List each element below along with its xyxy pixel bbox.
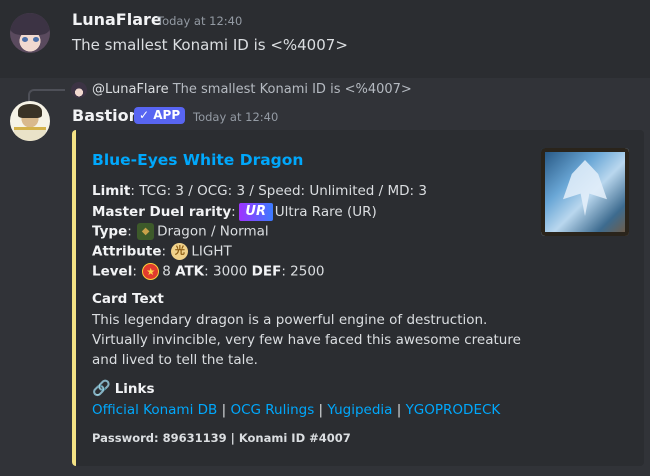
luna-avatar[interactable] <box>10 13 50 53</box>
message-luna: LunaFlare Today at 12:40 The smallest Ko… <box>0 0 650 78</box>
luna-message-content: The smallest Konami ID is <%4007> <box>72 36 348 54</box>
reply-avatar[interactable] <box>71 82 87 98</box>
luna-username[interactable]: LunaFlare <box>72 10 162 29</box>
def-label: DEF <box>251 263 282 280</box>
dragon-type-icon: ◆ <box>137 223 155 240</box>
attribute-value: LIGHT <box>191 243 232 260</box>
limit-label: Limit <box>92 183 131 199</box>
card-thumbnail[interactable] <box>541 148 629 236</box>
rarity-label: Master Duel rarity <box>92 204 232 220</box>
bastion-avatar[interactable] <box>10 101 50 141</box>
links-heading: 🔗 Links <box>92 379 155 397</box>
bastion-timestamp: Today at 12:40 <box>193 110 279 124</box>
level-field: Level: ★ 8 ATK: 3000 DEF: 2500 <box>92 263 325 280</box>
level-label: Level <box>92 263 133 280</box>
type-value: Dragon / Normal <box>157 223 269 240</box>
link-ygoprodeck[interactable]: YGOPRODECK <box>406 402 501 418</box>
rarity-value: Ultra Rare (UR) <box>274 204 377 220</box>
type-field: Type: ◆ Dragon / Normal <box>92 223 269 240</box>
app-badge: ✓ APP <box>134 107 186 124</box>
luna-timestamp: Today at 12:40 <box>157 14 243 28</box>
links-row: Official Konami DB | OCG Rulings | Yugip… <box>92 402 500 418</box>
level-star-icon: ★ <box>142 263 160 280</box>
card-text-title: Card Text <box>92 291 164 307</box>
link-separator: | <box>314 402 328 418</box>
link-icon: 🔗 <box>92 379 111 397</box>
link-separator: | <box>217 402 231 418</box>
links-title: Links <box>114 381 155 397</box>
rarity-field: Master Duel rarity: UR Ultra Rare (UR) <box>92 203 377 221</box>
def-value: 2500 <box>290 263 325 280</box>
card-embed: Blue-Eyes White Dragon Limit: TCG: 3 / O… <box>72 130 644 466</box>
embed-footer: Password: 89631139 | Konami ID #4007 <box>92 431 351 445</box>
bastion-username[interactable]: Bastion <box>72 106 140 125</box>
reply-connector <box>28 89 65 102</box>
level-value: 8 <box>162 263 171 280</box>
attribute-label: Attribute <box>92 243 162 260</box>
link-ocg-rulings[interactable]: OCG Rulings <box>230 402 314 418</box>
atk-label: ATK <box>175 263 205 280</box>
attribute-field: Attribute: 光 LIGHT <box>92 243 232 260</box>
ur-rarity-icon: UR <box>238 203 273 221</box>
limit-field: Limit: TCG: 3 / OCG: 3 / Speed: Unlimite… <box>92 183 427 199</box>
reply-mention[interactable]: @LunaFlare <box>92 82 169 97</box>
link-separator: | <box>392 402 406 418</box>
limit-value: : TCG: 3 / OCG: 3 / Speed: Unlimited / M… <box>130 183 427 199</box>
light-attribute-icon: 光 <box>171 243 189 260</box>
link-yugipedia[interactable]: Yugipedia <box>327 402 392 418</box>
reply-text: The smallest Konami ID is <%4007> <box>172 82 412 97</box>
type-label: Type <box>92 223 128 240</box>
atk-value: 3000 <box>213 263 248 280</box>
link-official-konami-db[interactable]: Official Konami DB <box>92 402 217 418</box>
embed-title-link[interactable]: Blue-Eyes White Dragon <box>92 151 303 169</box>
reply-preview[interactable]: @LunaFlare The smallest Konami ID is <%4… <box>92 82 412 97</box>
card-text: This legendary dragon is a powerful engi… <box>92 312 521 368</box>
